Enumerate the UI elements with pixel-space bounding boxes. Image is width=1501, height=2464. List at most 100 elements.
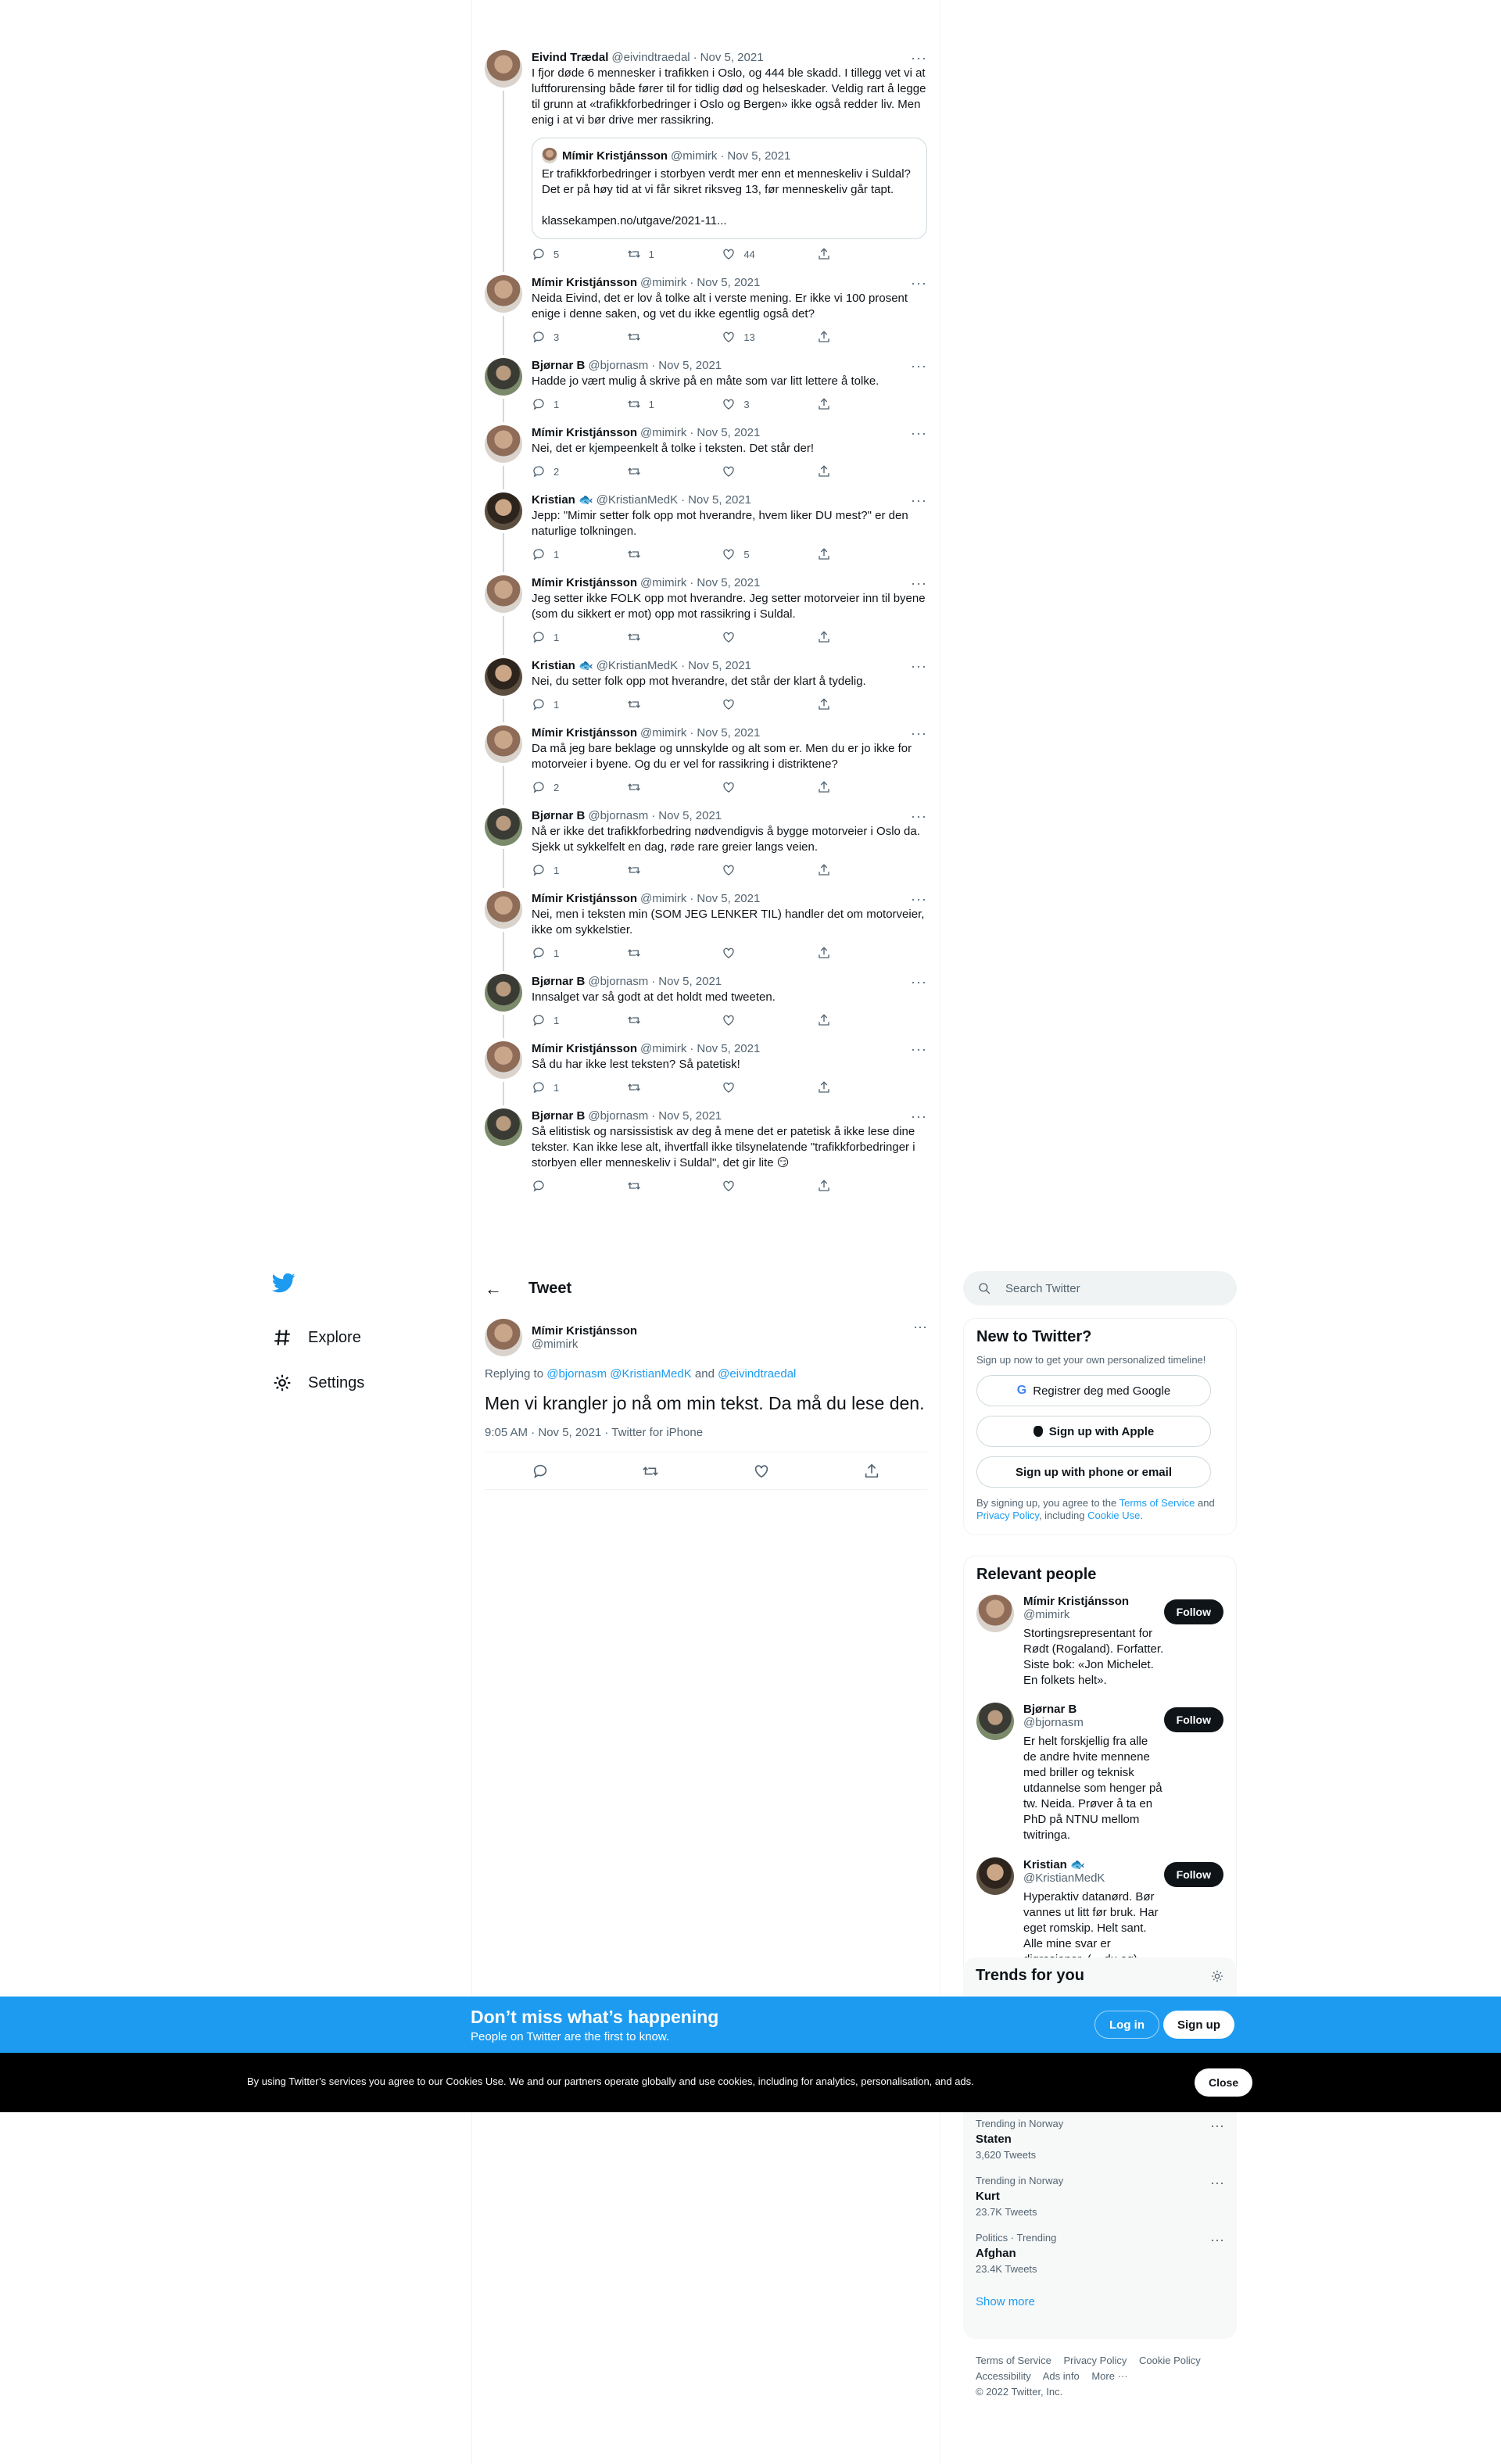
trend-item[interactable]: Politics · Trending Afghan 23.4K Tweets … [976, 2232, 1224, 2275]
person-name[interactable]: Kristian 🐟 [1023, 1857, 1164, 1871]
reply-button[interactable]: 1 [532, 630, 579, 644]
avatar[interactable] [976, 1595, 1014, 1632]
author-handle[interactable]: @eivindtraedal [611, 50, 690, 66]
author-name[interactable]: Eivind Trædal [532, 50, 608, 66]
like-button[interactable]: 3 [722, 397, 768, 411]
person-handle[interactable]: @mimirk [1023, 1608, 1164, 1621]
reply-icon[interactable] [532, 1463, 549, 1480]
quoted-tweet[interactable]: Mímir Kristjánsson @mimirk · Nov 5, 2021 Er … [532, 138, 927, 239]
tweet-date[interactable]: Nov 5, 2021 [658, 1108, 722, 1124]
more-options-icon[interactable]: ··· [911, 275, 927, 291]
thread-tweet[interactable]: Mímir Kristjánsson @mimirk · Nov 5, 2021 ···… [472, 419, 940, 489]
share-button[interactable] [817, 780, 864, 794]
tweet-date[interactable]: Nov 5, 2021 [697, 275, 760, 291]
relevant-person[interactable]: Mímir Kristjánsson @mimirk Stortingsrepr… [976, 1595, 1223, 1689]
author-handle[interactable]: @mimirk [640, 1041, 686, 1057]
signup-button[interactable]: Sign up [1163, 2011, 1234, 2039]
follow-button[interactable]: Follow [1163, 1862, 1223, 1887]
author-name[interactable]: Kristian 🐟 [532, 658, 593, 674]
thread-tweet[interactable]: Bjørnar B @bjornasm · Nov 5, 2021 ··· Innsalg… [472, 968, 940, 1038]
focused-tweet-meta[interactable]: 9:05 AM · Nov 5, 2021 · Twitter for iPho… [485, 1426, 927, 1452]
more-options-icon[interactable]: ··· [911, 1108, 927, 1124]
show-more-link[interactable]: Show more [976, 2295, 1224, 2308]
author-name[interactable]: Mímir Kristjánsson [532, 891, 637, 907]
share-button[interactable] [817, 863, 864, 877]
more-options-icon[interactable]: ··· [911, 50, 927, 66]
share-button[interactable] [817, 464, 864, 478]
retweet-icon[interactable] [642, 1463, 659, 1480]
share-button[interactable] [817, 247, 864, 261]
like-icon[interactable] [753, 1463, 770, 1480]
tweet-date[interactable]: Nov 5, 2021 [697, 1041, 760, 1057]
share-button[interactable] [817, 1080, 864, 1094]
avatar[interactable] [485, 808, 522, 846]
terms-link[interactable]: Terms of Service [1119, 1497, 1195, 1509]
author-name[interactable]: Mímir Kristjánsson [532, 1041, 637, 1057]
retweet-button[interactable] [627, 780, 674, 794]
author-name[interactable]: Mímir Kristjánsson [532, 1324, 637, 1338]
tweet-date[interactable]: Nov 5, 2021 [688, 658, 751, 674]
privacy-link[interactable]: Privacy Policy [976, 1510, 1039, 1521]
retweet-button[interactable] [627, 1179, 674, 1193]
more-options-icon[interactable]: ··· [911, 425, 927, 441]
nav-explore[interactable]: Explore [272, 1315, 364, 1360]
retweet-button[interactable] [627, 630, 674, 644]
more-options-icon[interactable]: ··· [911, 492, 927, 508]
tweet-date[interactable]: Nov 5, 2021 [658, 808, 722, 824]
relevant-person[interactable]: Bjørnar B @bjornasm Er helt forskjellig … [976, 1703, 1223, 1843]
retweet-button[interactable] [627, 1080, 674, 1094]
avatar[interactable] [485, 275, 522, 313]
avatar[interactable] [485, 575, 522, 613]
like-button[interactable] [722, 1013, 768, 1027]
tweet-date[interactable]: Nov 5, 2021 [697, 575, 760, 591]
tweet-date[interactable]: Nov 5, 2021 [700, 50, 764, 66]
retweet-button[interactable] [627, 1013, 674, 1027]
reply-button[interactable] [532, 1179, 579, 1193]
tweet-date[interactable]: Nov 5, 2021 [697, 425, 760, 441]
avatar[interactable] [485, 1041, 522, 1079]
avatar[interactable] [485, 50, 522, 88]
reply-button[interactable]: 3 [532, 330, 579, 344]
more-options-icon[interactable]: ··· [911, 891, 927, 907]
thread-tweet[interactable]: Bjørnar B @bjornasm · Nov 5, 2021 ··· Hadde j… [472, 352, 940, 422]
author-handle[interactable]: @bjornasm [588, 1108, 648, 1124]
like-button[interactable] [722, 464, 768, 478]
retweet-button[interactable]: 1 [627, 247, 674, 261]
thread-tweet[interactable]: Bjørnar B @bjornasm · Nov 5, 2021 ··· Nå er i… [472, 802, 940, 888]
retweet-button[interactable] [627, 697, 674, 711]
retweet-button[interactable] [627, 946, 674, 960]
more-options-icon[interactable]: ··· [911, 725, 927, 741]
follow-button[interactable]: Follow [1163, 1599, 1223, 1624]
author-name[interactable]: Bjørnar B [532, 358, 585, 374]
author-handle[interactable]: @bjornasm [588, 974, 648, 990]
share-button[interactable] [817, 547, 864, 561]
footer-link[interactable]: Cookie Policy [1139, 2355, 1201, 2366]
footer-link[interactable]: Accessibility [976, 2370, 1031, 2382]
person-name[interactable]: Bjørnar B [1023, 1703, 1164, 1716]
person-handle[interactable]: @bjornasm [1023, 1716, 1164, 1729]
like-button[interactable]: 5 [722, 547, 768, 561]
avatar[interactable] [485, 1108, 522, 1146]
author-name[interactable]: Mímir Kristjánsson [532, 275, 637, 291]
thread-tweet[interactable]: Kristian 🐟 @KristianMedK · Nov 5, 2021 ··· Je… [472, 486, 940, 572]
author-name[interactable]: Kristian 🐟 [532, 492, 593, 508]
reply-button[interactable]: 1 [532, 697, 579, 711]
more-options-icon[interactable]: ··· [913, 1319, 927, 1335]
share-button[interactable] [817, 1179, 864, 1193]
reply-button[interactable]: 1 [532, 946, 579, 960]
more-options-icon[interactable]: ··· [1210, 2232, 1224, 2248]
phone-email-signup-button[interactable]: Sign up with phone or email [976, 1456, 1211, 1488]
like-button[interactable] [722, 1179, 768, 1193]
share-button[interactable] [817, 697, 864, 711]
reply-button[interactable]: 2 [532, 464, 579, 478]
reply-button[interactable]: 1 [532, 1080, 579, 1094]
avatar[interactable] [485, 658, 522, 696]
thread-tweet[interactable]: Kristian 🐟 @KristianMedK · Nov 5, 2021 ··· Ne… [472, 652, 940, 722]
reply-button[interactable]: 1 [532, 547, 579, 561]
author-name[interactable]: Bjørnar B [532, 1108, 585, 1124]
gear-icon[interactable] [1210, 1969, 1224, 1983]
footer-link[interactable]: Privacy Policy [1063, 2355, 1127, 2366]
reply-button[interactable]: 1 [532, 863, 579, 877]
author-name[interactable]: Bjørnar B [532, 808, 585, 824]
retweet-button[interactable] [627, 547, 674, 561]
